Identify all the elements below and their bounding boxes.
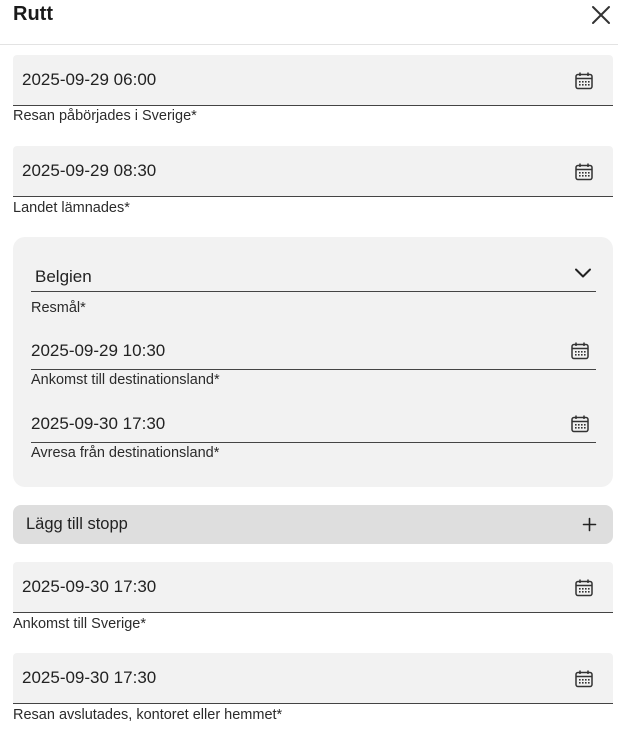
destination-card: Belgien Resmål* 2025-09-29 10:30 Ankomst… [13, 237, 613, 487]
add-stop-button[interactable]: Lägg till stopp [13, 505, 613, 544]
add-stop-label: Lägg till stopp [26, 515, 128, 533]
calendar-icon[interactable] [574, 669, 594, 689]
destination-select[interactable]: Belgien [31, 255, 596, 292]
arrival-sweden-value: 2025-09-30 17:30 [22, 577, 157, 596]
trip-end-label: Resan avslutades, kontoret eller hemmet* [13, 707, 283, 723]
calendar-icon[interactable] [570, 414, 590, 434]
destination-departure-label: Avresa från destinationsland* [31, 445, 220, 461]
calendar-icon[interactable] [574, 162, 594, 182]
country-left-label: Landet lämnades* [13, 200, 130, 216]
close-button[interactable] [590, 4, 612, 26]
trip-start-field[interactable]: 2025-09-29 06:00 [13, 55, 613, 106]
close-icon [592, 6, 610, 24]
country-left-value: 2025-09-29 08:30 [22, 161, 157, 180]
trip-end-field[interactable]: 2025-09-30 17:30 [13, 653, 613, 704]
dialog-header: Rutt [0, 0, 618, 45]
destination-country-value: Belgien [35, 267, 92, 286]
arrival-sweden-label: Ankomst till Sverige* [13, 616, 146, 632]
destination-departure-value: 2025-09-30 17:30 [31, 414, 166, 433]
calendar-icon[interactable] [574, 578, 594, 598]
country-left-field[interactable]: 2025-09-29 08:30 [13, 146, 613, 197]
arrival-sweden-field[interactable]: 2025-09-30 17:30 [13, 562, 613, 613]
calendar-icon[interactable] [574, 71, 594, 91]
destination-arrival-field[interactable]: 2025-09-29 10:30 [31, 332, 596, 370]
plus-icon [582, 517, 597, 532]
trip-start-label: Resan påbörjades i Sverige* [13, 108, 197, 124]
destination-departure-field[interactable]: 2025-09-30 17:30 [31, 405, 596, 443]
destination-arrival-label: Ankomst till destinationsland* [31, 372, 220, 388]
dialog-title: Rutt [13, 3, 53, 25]
destination-country-label: Resmål* [31, 300, 86, 316]
chevron-down-icon[interactable] [574, 266, 592, 280]
trip-end-value: 2025-09-30 17:30 [22, 668, 157, 687]
trip-start-value: 2025-09-29 06:00 [22, 70, 157, 89]
destination-arrival-value: 2025-09-29 10:30 [31, 341, 166, 360]
calendar-icon[interactable] [570, 341, 590, 361]
